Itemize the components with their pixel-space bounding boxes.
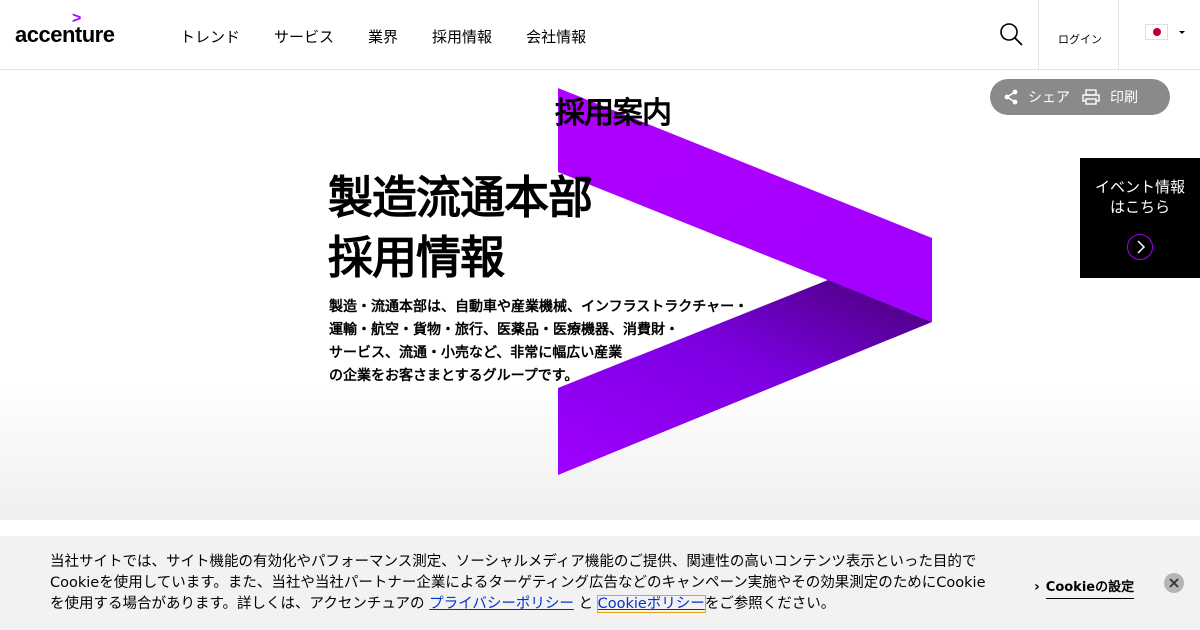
- cookie-notice-text: 当社サイトでは、サイト機能の有効化やパフォーマンス測定、ソーシャルメディア機能の…: [50, 552, 990, 615]
- search-button[interactable]: [996, 20, 1026, 50]
- hero-description-line: の企業をお客さまとするグループです。: [329, 368, 579, 384]
- hero-heading: 製造流通本部 採用情報: [328, 168, 593, 288]
- cookie-notice-tail: をご参照ください。: [704, 596, 836, 612]
- nav-item-services[interactable]: サービス: [274, 26, 334, 47]
- event-info-line: イベント情報: [1094, 178, 1185, 196]
- chevron-right-circle-icon: [1127, 234, 1153, 260]
- event-info-text: イベント情報 はこちら: [1080, 177, 1200, 217]
- cookie-notice-conjunction: と: [573, 596, 598, 612]
- nav-item-industries[interactable]: 業界: [368, 26, 398, 47]
- nav-item-careers[interactable]: 採用情報: [432, 26, 492, 47]
- japan-flag-icon: [1145, 24, 1168, 40]
- nav-item-trends[interactable]: トレンド: [180, 26, 240, 47]
- share-button[interactable]: シェア: [1004, 87, 1070, 107]
- close-icon: [1169, 578, 1179, 588]
- chevron-right-icon: ›: [1034, 578, 1040, 595]
- share-label: シェア: [1028, 90, 1070, 106]
- language-selector[interactable]: [1145, 24, 1190, 42]
- cookie-settings-button[interactable]: › Cookieの設定: [1034, 574, 1135, 599]
- event-info-line: はこちら: [1109, 198, 1170, 216]
- hero-description-line: 製造・流通本部は、自動車や産業機械、インフラストラクチャー・: [329, 299, 749, 315]
- accenture-logo[interactable]: > accenture: [15, 11, 120, 48]
- cookie-settings-label: Cookieの設定: [1045, 574, 1135, 599]
- accenture-greater-than-graphic: [558, 88, 932, 475]
- event-info-cta[interactable]: イベント情報 はこちら: [1080, 158, 1200, 278]
- print-button[interactable]: 印刷: [1082, 87, 1138, 107]
- privacy-policy-link[interactable]: プライバシーポリシー: [429, 596, 574, 612]
- main-nav: トレンド サービス 業界 採用情報 会社情報: [180, 26, 620, 47]
- print-label: 印刷: [1110, 90, 1138, 106]
- hero-banner: 採用案内 製造流通本部 採用情報 製造・流通本部は、自動車や産業機械、インフラス…: [0, 70, 1200, 520]
- hero-description-line: 運輸・航空・貨物・旅行、医薬品・医療機器、消費財・: [329, 322, 679, 338]
- hero-heading-line: 採用情報: [328, 231, 505, 284]
- share-icon: [1004, 89, 1018, 105]
- site-header: > accenture トレンド サービス 業界 採用情報 会社情報 ログイン: [0, 0, 1200, 70]
- header-divider: [1038, 0, 1039, 70]
- page-title: 採用案内: [555, 96, 672, 131]
- cookie-banner: 当社サイトでは、サイト機能の有効化やパフォーマンス測定、ソーシャルメディア機能の…: [0, 536, 1200, 630]
- search-icon: [1000, 23, 1023, 46]
- hero-description-line: サービス、流通・小売など、非常に幅広い産業: [329, 345, 623, 361]
- login-link[interactable]: ログイン: [1058, 31, 1102, 47]
- caret-down-icon: [1179, 31, 1185, 34]
- header-divider: [1118, 0, 1119, 70]
- share-print-bar: シェア 印刷: [990, 79, 1170, 115]
- nav-item-about[interactable]: 会社情報: [526, 26, 586, 47]
- cookie-close-button[interactable]: [1164, 573, 1184, 593]
- hero-heading-line: 製造流通本部: [328, 171, 593, 224]
- logo-wordmark: accenture: [15, 22, 115, 47]
- printer-icon: [1082, 89, 1100, 105]
- hero-description: 製造・流通本部は、自動車や産業機械、インフラストラクチャー・ 運輸・航空・貨物・…: [329, 296, 748, 388]
- cookie-policy-link[interactable]: Cookieポリシー: [596, 595, 706, 613]
